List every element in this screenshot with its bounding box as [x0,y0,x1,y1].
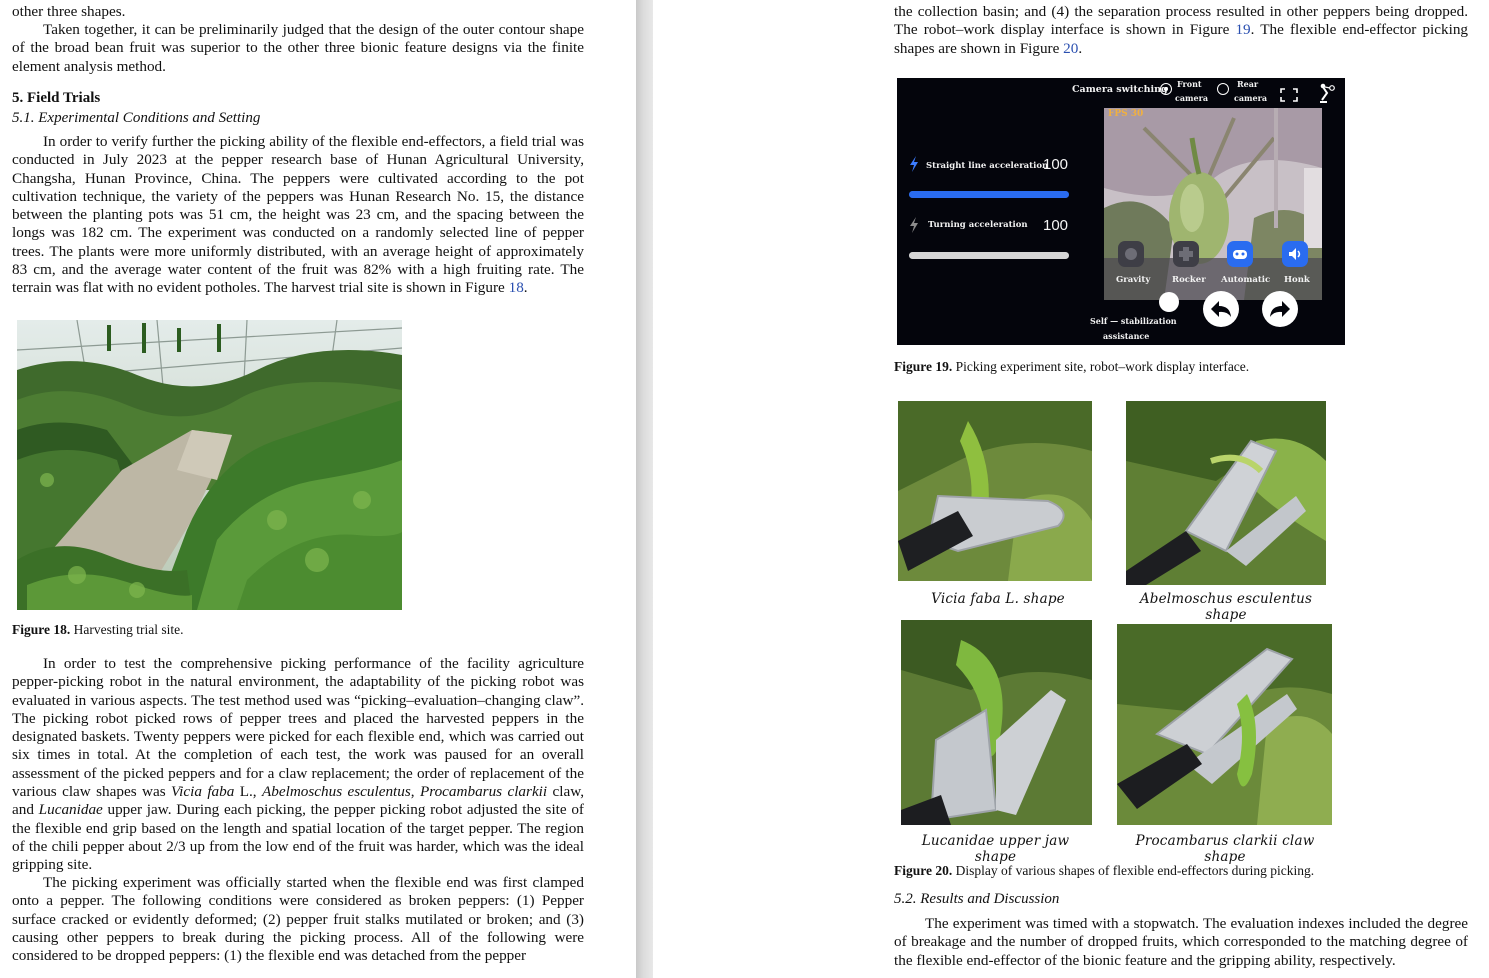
robot-arm-icon[interactable] [1317,82,1337,104]
subsection-5-2-title: 5.2. Results and Discussion [894,891,1060,907]
vicia-faba-image [898,401,1092,581]
greenhouse-image [17,320,402,610]
figure-19-link[interactable]: 19 [1235,21,1250,38]
straight-acceleration-fill [909,191,1069,198]
turning-acceleration-label: Turning acceleration [928,220,1028,230]
turning-acceleration-fill [909,252,1069,259]
paragraph-top: the collection basin; and (4) the separa… [894,3,1469,57]
undo-arrow-icon [1211,301,1231,317]
redo-button[interactable] [1262,291,1298,327]
vicia-faba-shape-photo [898,401,1092,581]
lucanidae-upper-jaw-label: Lucanidae upper jaw shape [921,833,1070,865]
undo-button[interactable] [1203,291,1239,327]
gamepad-icon [1233,250,1247,259]
self-stabilization-toggle[interactable] [1159,292,1179,312]
speaker-icon [1289,248,1301,260]
front-camera-radio[interactable] [1160,83,1172,95]
redo-arrow-icon [1270,301,1290,317]
lucanidae-upper-jaw-image [901,620,1092,825]
figure-19-caption: Figure 19. Picking experiment site, robo… [894,359,1250,374]
rear-camera-label-2: camera [1234,93,1268,103]
abelmoschus-esculentus-image [1126,401,1326,585]
paragraph-contour: Taken together, it can be preliminarily … [12,21,584,75]
gravity-icon [1125,248,1137,260]
paragraph-field-trial: In order to verify further the picking a… [12,133,584,297]
camera-view: FPS 30 [1104,108,1322,300]
turning-acceleration-value: 100 [1043,217,1069,234]
figure-18-link[interactable]: 18 [509,279,524,296]
front-camera-label-2: camera [1175,93,1209,103]
abelmoschus-esculentus-shape-photo [1126,401,1326,585]
subsection-title: 5.1. Experimental Conditions and Setting [12,110,261,126]
figure-18-photo [17,320,402,610]
procambarus-clarkii-claw-image [1117,624,1332,825]
lightning-icon [910,156,918,172]
automatic-button[interactable] [1227,241,1253,267]
automatic-label: Automatic [1221,275,1271,285]
lucanidae-upper-jaw-shape-photo [901,620,1092,825]
front-camera-label-1: Front [1177,79,1202,89]
paragraph-results: The experiment was timed with a stopwatc… [894,915,1468,969]
right-page: the collection basin; and (4) the separa… [653,0,1489,978]
left-page: other three shapes. Taken together, it c… [0,0,636,978]
page-gutter [636,0,653,978]
straight-acceleration-slider[interactable] [909,191,1069,198]
gravity-label: Gravity [1116,275,1151,285]
gravity-button[interactable] [1118,241,1144,267]
paragraph-broken-peppers: The picking experiment was officially st… [12,874,584,965]
robot-display-interface: Camera switching Front camera Rear camer… [897,78,1345,345]
self-stabilization-label-2: assistance [1103,331,1150,341]
fullscreen-icon[interactable] [1280,88,1298,102]
rear-camera-label-1: Rear [1237,79,1259,89]
figure-18-caption: Figure 18. Harvesting trial site. [12,622,184,637]
paragraph-picking-test: In order to test the comprehensive picki… [12,655,584,874]
rear-camera-radio[interactable] [1217,83,1229,95]
rocker-button[interactable] [1173,241,1199,267]
rocker-icon [1179,247,1193,261]
intro-line: other three shapes. [12,3,126,20]
vicia-faba-label: Vicia faba L. shape [931,591,1065,607]
camera-switching-label: Camera switching [1072,84,1168,95]
lightning-icon [910,217,918,233]
pepper-camera-image [1104,108,1322,300]
honk-label: Honk [1284,275,1310,285]
procambarus-clarkii-claw-shape-photo [1117,624,1332,825]
straight-acceleration-label: Straight line acceleration [926,161,1049,171]
figure-20-link[interactable]: 20 [1063,40,1078,57]
fps-label: FPS 30 [1108,109,1144,119]
rocker-label: Rocker [1172,275,1206,285]
section-title: 5. Field Trials [12,90,101,106]
honk-button[interactable] [1282,241,1308,267]
abelmoschus-esculentus-label: Abelmoschus esculentus shape [1139,591,1313,623]
straight-acceleration-value: 100 [1043,156,1069,173]
turning-acceleration-slider[interactable] [909,252,1069,259]
figure-20-caption: Figure 20. Display of various shapes of … [894,863,1315,878]
procambarus-clarkii-label: Procambarus clarkii claw shape [1135,833,1315,865]
self-stabilization-label-1: Self — stabilization [1090,316,1177,326]
